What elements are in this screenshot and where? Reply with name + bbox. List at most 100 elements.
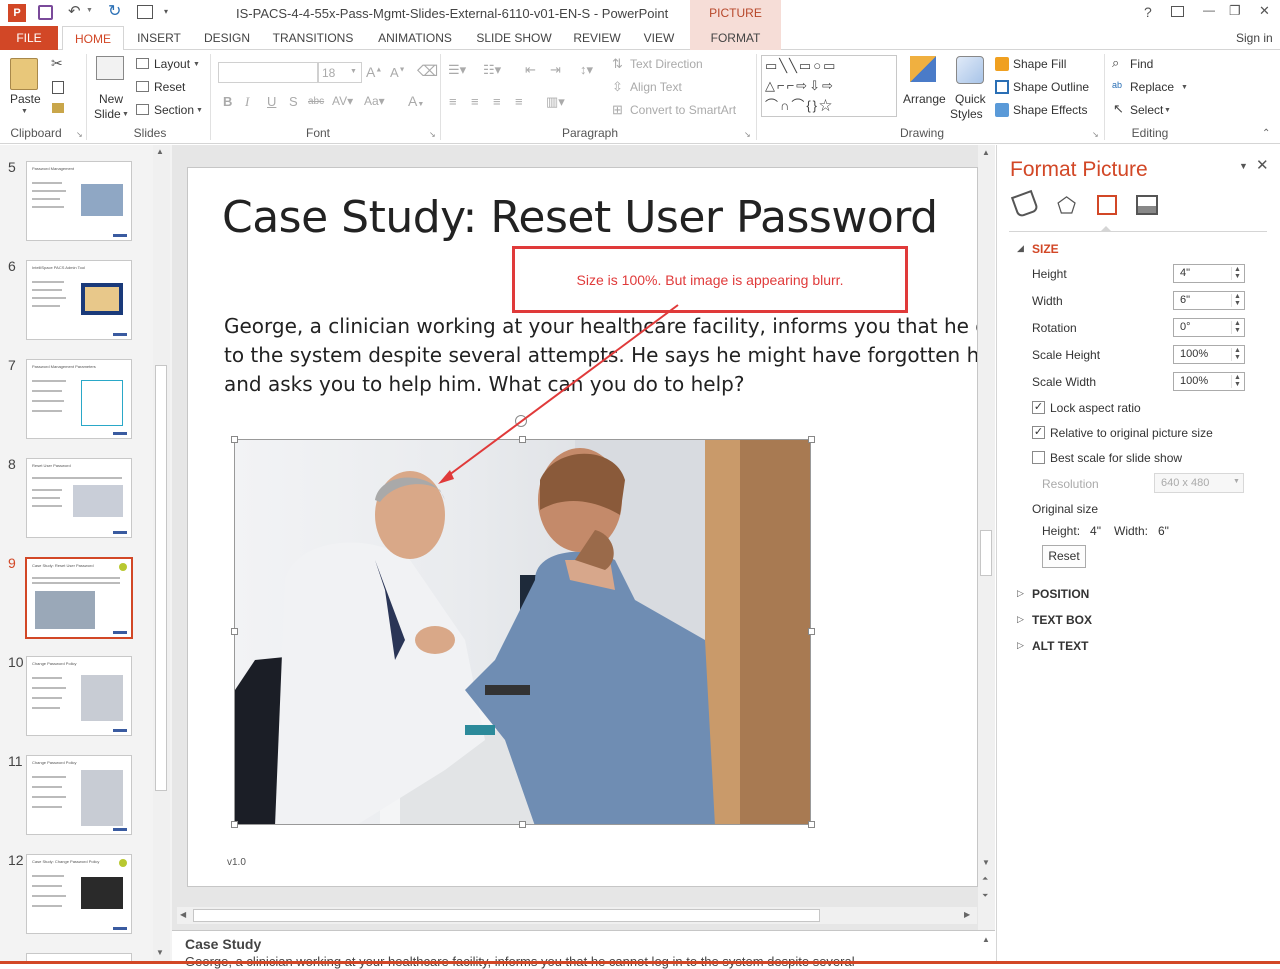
- lock-aspect-label[interactable]: Lock aspect ratio: [1050, 401, 1141, 415]
- tab-animations[interactable]: ANIMATIONS: [370, 26, 460, 50]
- presentation-start-icon[interactable]: [137, 5, 153, 19]
- undo-icon[interactable]: ↶: [68, 2, 81, 20]
- line-spacing-icon[interactable]: ↕▾: [580, 62, 593, 78]
- replace-dropdown-icon[interactable]: ▼: [1181, 84, 1188, 91]
- copy-icon[interactable]: [52, 81, 64, 94]
- rotation-spinner-icon[interactable]: ▲ ▼: [1234, 320, 1241, 334]
- scroll-down-icon[interactable]: ▼: [156, 948, 164, 957]
- customize-qat-icon[interactable]: ▾: [164, 7, 168, 16]
- best-scale-label[interactable]: Best scale for slide show: [1050, 451, 1182, 465]
- shape-outline-button[interactable]: Shape Outline: [1013, 80, 1089, 94]
- italic-icon[interactable]: I: [245, 94, 249, 110]
- tab-file[interactable]: FILE: [0, 26, 58, 50]
- find-button[interactable]: Find: [1130, 57, 1153, 71]
- font-launcher-icon[interactable]: ↘: [429, 130, 436, 139]
- slide-thumbnail-7[interactable]: Password Management Parameters: [26, 359, 132, 439]
- convert-smartart-button[interactable]: Convert to SmartArt: [630, 103, 736, 117]
- tab-insert[interactable]: INSERT: [130, 26, 188, 50]
- textbox-section-collapsed-icon[interactable]: ▷: [1017, 614, 1024, 625]
- size-properties-tab-icon[interactable]: [1097, 195, 1117, 215]
- scale-width-spinner-icon[interactable]: ▲ ▼: [1234, 374, 1241, 388]
- scale-height-spinner-icon[interactable]: ▲ ▼: [1234, 347, 1241, 361]
- redo-icon[interactable]: ↻: [108, 1, 121, 21]
- align-center-icon[interactable]: ≡: [471, 94, 479, 109]
- quick-styles-icon[interactable]: [956, 56, 984, 84]
- strikethrough-icon[interactable]: abc: [308, 96, 324, 107]
- font-size-dropdown-icon[interactable]: ▼: [350, 68, 357, 75]
- slide-thumbnail-12[interactable]: Case Study: Change Password Policy: [26, 854, 132, 934]
- new-slide-dropdown-icon[interactable]: ▼: [122, 111, 129, 118]
- thumbnails-scroll-thumb[interactable]: [155, 365, 167, 791]
- tab-design[interactable]: DESIGN: [198, 26, 256, 50]
- tab-review[interactable]: REVIEW: [566, 26, 628, 50]
- section-button[interactable]: Section: [154, 103, 194, 117]
- new-slide-button[interactable]: New: [99, 92, 123, 106]
- editor-scroll-thumb[interactable]: [980, 530, 992, 576]
- numbering-icon[interactable]: ☷▾: [483, 62, 501, 78]
- pane-close-icon[interactable]: ✕: [1256, 156, 1269, 174]
- clipboard-launcher-icon[interactable]: ↘: [76, 130, 83, 139]
- paragraph-launcher-icon[interactable]: ↘: [744, 130, 751, 139]
- align-right-icon[interactable]: ≡: [493, 94, 501, 109]
- format-painter-icon[interactable]: [52, 103, 64, 113]
- paste-icon[interactable]: [10, 58, 38, 90]
- font-name-box[interactable]: [218, 62, 318, 83]
- character-spacing-icon[interactable]: AV▾: [332, 94, 353, 108]
- editor-hscroll-thumb[interactable]: [193, 909, 820, 922]
- scroll-left-icon[interactable]: ◀: [180, 910, 186, 919]
- new-slide-button-line2[interactable]: Slide: [94, 107, 121, 121]
- decrease-indent-icon[interactable]: ⇤: [525, 62, 536, 78]
- previous-slide-icon[interactable]: ⏶: [982, 874, 988, 884]
- picture-tab-icon[interactable]: [1136, 195, 1158, 215]
- select-button[interactable]: Select: [1130, 103, 1163, 117]
- font-color-icon[interactable]: A▼: [408, 93, 424, 109]
- quick-styles-button[interactable]: Quick: [955, 92, 986, 106]
- relative-original-checkbox[interactable]: ✓: [1032, 426, 1045, 439]
- layout-button[interactable]: Layout: [154, 57, 190, 71]
- arrange-icon[interactable]: [910, 56, 936, 82]
- alttext-section-header[interactable]: ALT TEXT: [1032, 639, 1088, 653]
- reset-button[interactable]: Reset: [1042, 545, 1086, 568]
- select-dropdown-icon[interactable]: ▼: [1164, 107, 1171, 114]
- reset-button[interactable]: Reset: [154, 80, 185, 94]
- tab-slide-show[interactable]: SLIDE SHOW: [472, 26, 556, 50]
- slide-thumbnail-5[interactable]: Password Management: [26, 161, 132, 241]
- ribbon-display-options-icon[interactable]: [1171, 6, 1184, 17]
- align-left-icon[interactable]: ≡: [449, 94, 457, 109]
- tab-transitions[interactable]: TRANSITIONS: [266, 26, 360, 50]
- drawing-launcher-icon[interactable]: ↘: [1092, 130, 1099, 139]
- position-section-collapsed-icon[interactable]: ▷: [1017, 588, 1024, 599]
- shadow-icon[interactable]: S: [289, 94, 298, 109]
- grow-font-icon[interactable]: A▲: [366, 64, 382, 80]
- size-section-expanded-icon[interactable]: ◢: [1017, 243, 1024, 254]
- position-section-header[interactable]: POSITION: [1032, 587, 1089, 601]
- bold-icon[interactable]: B: [223, 94, 232, 109]
- tab-format[interactable]: FORMAT: [690, 26, 781, 50]
- textbox-section-header[interactable]: TEXT BOX: [1032, 613, 1092, 627]
- scroll-down-icon[interactable]: ▼: [982, 858, 990, 867]
- bullets-icon[interactable]: ☰▾: [448, 62, 466, 78]
- justify-icon[interactable]: ≡: [515, 94, 523, 109]
- slide-thumbnail-11[interactable]: Change Password Policy: [26, 755, 132, 835]
- alttext-section-collapsed-icon[interactable]: ▷: [1017, 640, 1024, 651]
- notes-pane[interactable]: Case Study George, a clinician working a…: [172, 930, 995, 969]
- slide-thumbnail-8[interactable]: Reset User Password: [26, 458, 132, 538]
- minimize-button[interactable]: —: [1203, 3, 1215, 17]
- shape-effects-button[interactable]: Shape Effects: [1013, 103, 1088, 117]
- scroll-right-icon[interactable]: ▶: [964, 910, 970, 919]
- paste-button[interactable]: Paste: [10, 92, 41, 106]
- collapse-ribbon-icon[interactable]: ⌃: [1262, 128, 1270, 139]
- section-dropdown-icon[interactable]: ▼: [196, 107, 203, 114]
- sign-in-link[interactable]: Sign in: [1236, 26, 1280, 50]
- next-slide-icon[interactable]: ⏷: [982, 891, 988, 901]
- save-icon[interactable]: [38, 5, 53, 20]
- slide-canvas[interactable]: Case Study: Reset User Password George, …: [187, 167, 978, 887]
- align-text-button[interactable]: Align Text: [630, 80, 682, 94]
- pane-options-dropdown-icon[interactable]: ▼: [1239, 161, 1248, 171]
- arrange-button[interactable]: Arrange: [903, 92, 946, 106]
- cut-icon[interactable]: ✂: [51, 55, 63, 72]
- shrink-font-icon[interactable]: A▼: [390, 65, 406, 80]
- shape-fill-button[interactable]: Shape Fill: [1013, 57, 1066, 71]
- quick-styles-button-line2[interactable]: Styles: [950, 107, 983, 121]
- clear-formatting-icon[interactable]: ⌫: [417, 62, 438, 80]
